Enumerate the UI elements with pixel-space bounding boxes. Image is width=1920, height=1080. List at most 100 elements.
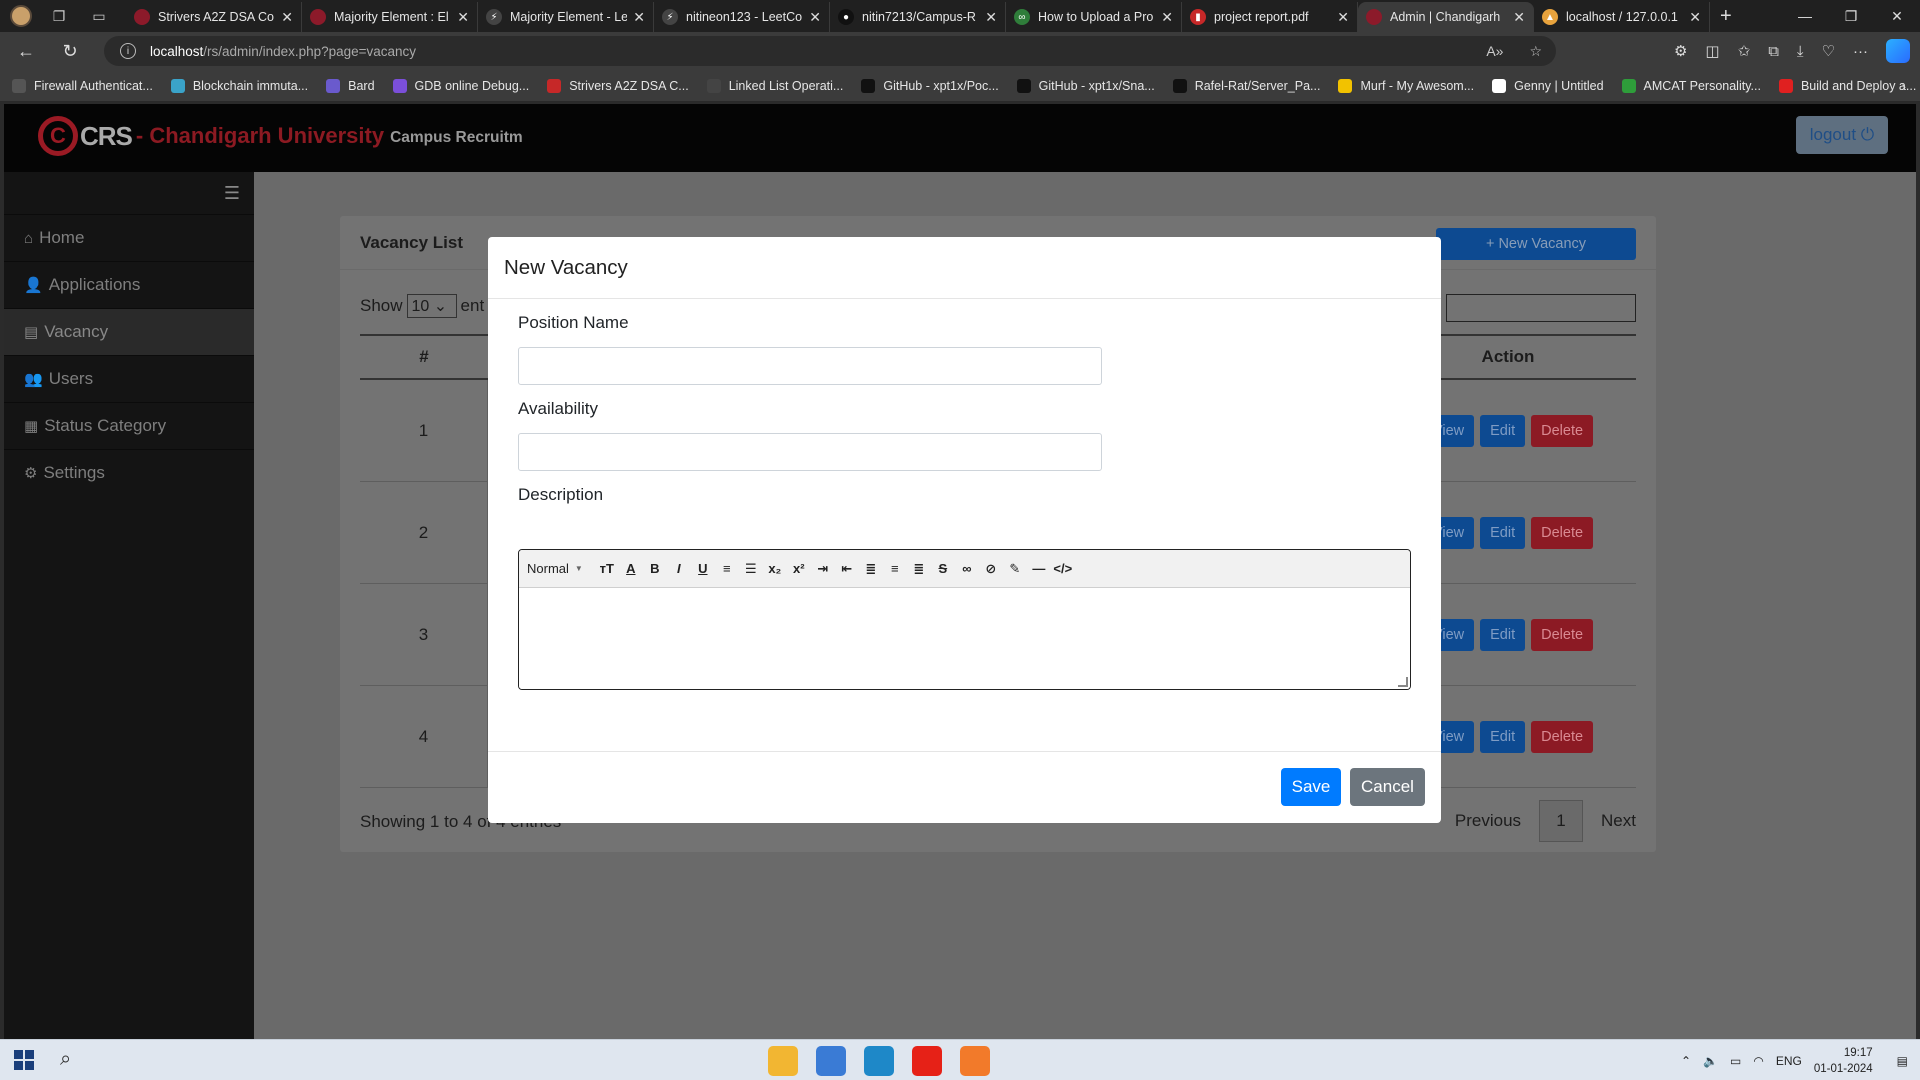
close-tab-icon[interactable]: ✕	[457, 9, 469, 26]
notifications-icon[interactable]: ▤	[1897, 1054, 1908, 1068]
tray-chevron-icon[interactable]: ⌃	[1681, 1054, 1691, 1068]
indent-icon[interactable]: ⇥	[811, 558, 835, 580]
save-button[interactable]: Save	[1281, 768, 1341, 806]
performance-icon[interactable]: ♡	[1822, 42, 1835, 60]
unlink-icon[interactable]: ⊘	[979, 558, 1003, 580]
previous-page-button[interactable]: Previous	[1455, 811, 1521, 831]
site-info-icon[interactable]: i	[120, 43, 136, 59]
browser-tab[interactable]: Majority Element : El ✕	[302, 2, 478, 32]
bookmark-item[interactable]: AMCAT Personality...	[1621, 78, 1761, 93]
align-right-icon[interactable]: ≣	[907, 558, 931, 580]
strikethrough-icon[interactable]: S	[931, 558, 955, 580]
edit-button[interactable]: Edit	[1480, 414, 1526, 447]
table-search-input[interactable]	[1446, 294, 1636, 322]
close-tab-icon[interactable]: ✕	[1513, 9, 1525, 26]
bookmarks-overflow-icon[interactable]: ›	[1901, 78, 1906, 94]
split-screen-icon[interactable]: ◫	[1705, 42, 1719, 60]
sidebar-toggle-icon[interactable]: ☰	[4, 172, 254, 214]
sidebar-item-vacancy[interactable]: ▤ Vacancy	[4, 308, 254, 355]
new-vacancy-button[interactable]: + New Vacancy	[1436, 228, 1636, 260]
new-tab-icon[interactable]: +	[1720, 5, 1732, 28]
sidebar-item-settings[interactable]: ⚙ Settings	[4, 449, 254, 496]
bookmark-item[interactable]: Build and Deploy a...	[1778, 78, 1916, 93]
sidebar-item-applications[interactable]: 👤 Applications	[4, 261, 254, 308]
edit-button[interactable]: Edit	[1480, 720, 1526, 753]
browser-tab[interactable]: ▲ localhost / 127.0.0.1 ✕	[1534, 2, 1710, 32]
language-indicator[interactable]: ENG	[1776, 1054, 1802, 1068]
bookmark-item[interactable]: GDB online Debug...	[392, 78, 529, 93]
editor-text-area[interactable]	[519, 588, 1410, 689]
bookmark-item[interactable]: Genny | Untitled	[1492, 78, 1604, 93]
bookmark-item[interactable]: Linked List Operati...	[706, 78, 843, 93]
position-name-input[interactable]	[518, 347, 1102, 385]
sidebar-item-users[interactable]: 👥 Users	[4, 355, 254, 402]
file-explorer-icon[interactable]	[768, 1046, 798, 1076]
delete-button[interactable]: Delete	[1531, 720, 1594, 753]
subscript-icon[interactable]: x₂	[763, 558, 787, 580]
browser-tab[interactable]: ⚡ nitineon123 - LeetCo ✕	[654, 2, 830, 32]
outdent-icon[interactable]: ⇤	[835, 558, 859, 580]
ordered-list-icon[interactable]: ≡	[715, 558, 739, 580]
edit-button[interactable]: Edit	[1480, 516, 1526, 549]
bookmark-item[interactable]: Rafel-Rat/Server_Pa...	[1172, 78, 1320, 93]
volume-icon[interactable]: 🔈	[1703, 1054, 1718, 1068]
font-size-icon[interactable]: тT	[595, 558, 619, 580]
cancel-button[interactable]: Cancel	[1350, 768, 1425, 806]
sidebar-item-status-category[interactable]: ▦ Status Category	[4, 402, 254, 449]
page-1-button[interactable]: 1	[1539, 800, 1584, 842]
bookmark-item[interactable]: Strivers A2Z DSA C...	[547, 78, 689, 93]
bookmark-item[interactable]: Firewall Authenticat...	[12, 78, 153, 93]
unordered-list-icon[interactable]: ☰	[739, 558, 763, 580]
resize-handle-icon[interactable]	[1398, 677, 1408, 687]
close-tab-icon[interactable]: ✕	[1161, 9, 1173, 26]
browser-tab[interactable]: Admin | Chandigarh ✕	[1358, 2, 1534, 32]
bookmark-item[interactable]: GitHub - xpt1x/Poc...	[861, 78, 999, 93]
read-aloud-icon[interactable]: A»	[1486, 43, 1503, 60]
youtube-icon[interactable]	[912, 1046, 942, 1076]
close-tab-icon[interactable]: ✕	[633, 9, 645, 26]
next-page-button[interactable]: Next	[1601, 811, 1636, 831]
browser-tab[interactable]: ● nitin7213/Campus-R ✕	[830, 2, 1006, 32]
align-center-icon[interactable]: ≡	[883, 558, 907, 580]
site-logo[interactable]: C CRS - Chandigarh University Campus Rec…	[38, 116, 523, 156]
url-field[interactable]: i localhost/rs/admin/index.php?page=vaca…	[104, 36, 1556, 66]
delete-button[interactable]: Delete	[1531, 618, 1594, 651]
extensions-icon[interactable]: ⚙	[1674, 42, 1687, 60]
browser-tab[interactable]: Strivers A2Z DSA Co ✕	[126, 2, 302, 32]
delete-button[interactable]: Delete	[1531, 414, 1594, 447]
minimize-icon[interactable]: —	[1782, 0, 1828, 32]
profile-avatar[interactable]	[10, 5, 32, 27]
browser-tab[interactable]: ▮ project report.pdf ✕	[1182, 2, 1358, 32]
back-icon[interactable]: ←	[8, 36, 44, 66]
collections-icon[interactable]: ⧉	[1768, 43, 1779, 60]
wifi-icon[interactable]: ◠	[1753, 1054, 1763, 1068]
superscript-icon[interactable]: x²	[787, 558, 811, 580]
favorite-star-icon[interactable]: ☆	[1529, 43, 1542, 60]
underline-icon[interactable]: U	[691, 558, 715, 580]
more-menu-icon[interactable]: ···	[1853, 43, 1868, 60]
bookmark-item[interactable]: Murf - My Awesom...	[1338, 78, 1474, 93]
bold-icon[interactable]: B	[643, 558, 667, 580]
restore-icon[interactable]: ❐	[1828, 0, 1874, 32]
logout-button[interactable]: logout ⏻	[1796, 116, 1888, 154]
delete-button[interactable]: Delete	[1531, 516, 1594, 549]
browser-tab[interactable]: ⚡ Majority Element - Le ✕	[478, 2, 654, 32]
close-tab-icon[interactable]: ✕	[1337, 9, 1349, 26]
availability-input[interactable]	[518, 433, 1102, 471]
windows-start-icon[interactable]	[14, 1050, 34, 1070]
downloads-icon[interactable]: ⤓	[1797, 43, 1804, 60]
col-header-number[interactable]: #	[360, 336, 488, 378]
clear-format-icon[interactable]: ✎	[1003, 558, 1027, 580]
close-window-icon[interactable]: ✕	[1874, 0, 1920, 32]
microsoft-store-icon[interactable]	[816, 1046, 846, 1076]
close-tab-icon[interactable]: ✕	[1689, 9, 1701, 26]
sidebar-item-home[interactable]: ⌂ Home	[4, 214, 254, 261]
link-icon[interactable]: ∞	[955, 558, 979, 580]
text-color-icon[interactable]: A	[619, 558, 643, 580]
edit-button[interactable]: Edit	[1480, 618, 1526, 651]
edge-icon[interactable]	[864, 1046, 894, 1076]
bookmark-item[interactable]: Blockchain immuta...	[170, 78, 308, 93]
bookmark-item[interactable]: Bard	[326, 78, 375, 93]
close-tab-icon[interactable]: ✕	[809, 9, 821, 26]
clock[interactable]: 19:17 01-01-2024	[1814, 1045, 1873, 1077]
